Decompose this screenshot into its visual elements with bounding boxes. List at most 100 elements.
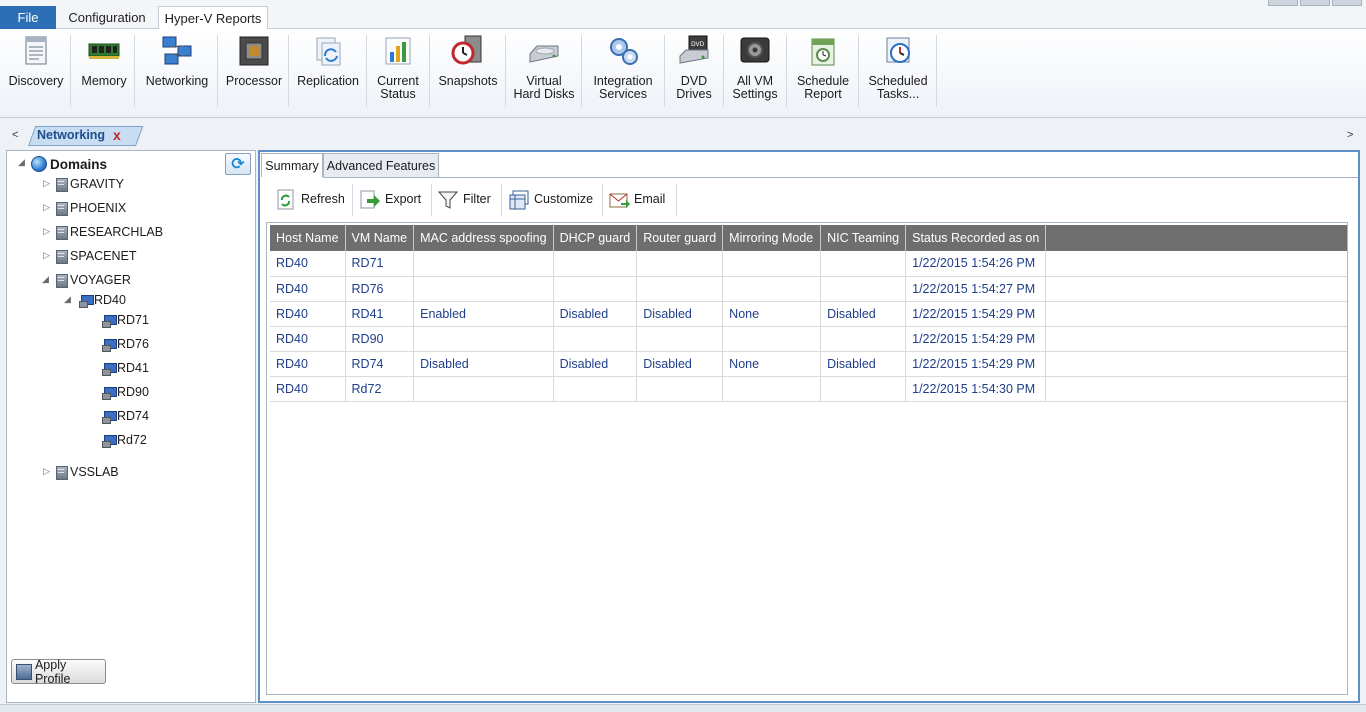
tree-vm-label: RD76 bbox=[117, 337, 149, 351]
expand-arrow-icon[interactable]: ▷ bbox=[43, 178, 50, 189]
server-icon bbox=[55, 201, 68, 216]
table-row[interactable]: RD40 Rd72 1/22/2015 1:54:30 PM bbox=[270, 376, 1347, 402]
collapse-arrow-icon[interactable]: ◢ bbox=[18, 157, 25, 168]
cell-mirroring-mode bbox=[722, 376, 822, 402]
cell-router-guard bbox=[636, 376, 724, 402]
tree-vm-rd71[interactable]: RD71 bbox=[102, 311, 149, 329]
column-header-vm-name[interactable]: VM Name bbox=[345, 225, 415, 251]
table-row[interactable]: RD40 RD71 1/22/2015 1:54:26 PM bbox=[270, 251, 1347, 277]
expand-arrow-icon[interactable]: ▷ bbox=[43, 226, 50, 237]
tree-domain-spacenet[interactable]: SPACENET bbox=[55, 247, 136, 265]
discovery-button[interactable]: Discovery bbox=[4, 29, 68, 113]
expand-arrow-icon[interactable]: ▷ bbox=[43, 466, 50, 477]
filter-button[interactable]: Filter bbox=[437, 186, 491, 212]
tree-domain-vsslab[interactable]: VSSLAB bbox=[55, 463, 119, 481]
column-header-dhcp-guard[interactable]: DHCP guard bbox=[553, 225, 638, 251]
collapse-arrow-icon[interactable]: ◢ bbox=[64, 294, 71, 305]
column-header-mirroring-mode[interactable]: Mirroring Mode bbox=[722, 225, 822, 251]
cell-host-name: RD40 bbox=[270, 276, 346, 302]
customize-button[interactable]: Customize bbox=[509, 186, 593, 212]
tab-advanced-features[interactable]: Advanced Features bbox=[323, 153, 439, 177]
all-vm-settings-button[interactable]: All VM Settings bbox=[727, 29, 783, 113]
tab-hyper-v-reports[interactable]: Hyper-V Reports bbox=[158, 6, 268, 30]
cell-status-recorded: 1/22/2015 1:54:27 PM bbox=[905, 276, 1047, 302]
tab-configuration[interactable]: Configuration bbox=[58, 6, 156, 29]
expand-arrow-icon[interactable]: ▷ bbox=[43, 250, 50, 261]
all-vm-settings-label-2: Settings bbox=[732, 87, 778, 101]
refresh-button[interactable]: Refresh bbox=[276, 186, 345, 212]
tree-domain-label: PHOENIX bbox=[70, 201, 127, 215]
cell-router-guard bbox=[636, 276, 724, 302]
ribbon-separator bbox=[70, 35, 71, 107]
table-row[interactable]: RD40 RD76 1/22/2015 1:54:27 PM bbox=[270, 276, 1347, 302]
apply-profile-button[interactable]: Apply Profile bbox=[11, 658, 106, 686]
processor-button[interactable]: Processor bbox=[221, 29, 287, 113]
tree-domain-gravity[interactable]: GRAVITY bbox=[55, 175, 124, 193]
snapshots-button[interactable]: Snapshots bbox=[433, 29, 503, 113]
email-button[interactable]: Email bbox=[609, 186, 665, 212]
tree-domain-voyager[interactable]: VOYAGER bbox=[55, 271, 131, 289]
tab-summary[interactable]: Summary bbox=[261, 153, 323, 177]
refresh-tree-button[interactable]: ⟳ bbox=[225, 153, 251, 175]
tree-domain-researchlab[interactable]: RESEARCHLAB bbox=[55, 223, 163, 241]
column-header-nic-teaming[interactable]: NIC Teaming bbox=[820, 225, 907, 251]
table-row[interactable]: RD40 RD90 1/22/2015 1:54:29 PM bbox=[270, 326, 1347, 352]
ribbon-separator bbox=[217, 35, 218, 107]
profile-icon bbox=[16, 663, 32, 680]
column-header-router-guard[interactable]: Router guard bbox=[636, 225, 724, 251]
snapshot-clock-icon bbox=[451, 34, 485, 68]
close-tab-icon[interactable]: x bbox=[113, 127, 121, 143]
expand-arrow-icon[interactable]: ▷ bbox=[43, 202, 50, 213]
column-header-status-recorded[interactable]: Status Recorded as on bbox=[905, 225, 1047, 251]
cell-vm-name: RD90 bbox=[345, 326, 415, 352]
tree-vm-label: RD74 bbox=[117, 409, 149, 423]
tree-domain-label: GRAVITY bbox=[70, 177, 124, 191]
file-menu-tab[interactable]: File bbox=[0, 6, 56, 29]
current-status-button[interactable]: Current Status bbox=[370, 29, 426, 113]
close-window-button[interactable] bbox=[1332, 0, 1362, 6]
column-header-host-name[interactable]: Host Name bbox=[270, 225, 346, 251]
schedule-report-button[interactable]: Schedule Report bbox=[790, 29, 856, 113]
integration-services-button[interactable]: Integration Services bbox=[585, 29, 661, 113]
column-header-mac-spoofing[interactable]: MAC address spoofing bbox=[413, 225, 554, 251]
dvd-drives-button[interactable]: DVD DVD Drives bbox=[668, 29, 720, 113]
cell-filler bbox=[1045, 326, 1347, 352]
collapse-arrow-icon[interactable]: ◢ bbox=[42, 274, 49, 285]
tree-vm-rd41[interactable]: RD41 bbox=[102, 359, 149, 377]
minimize-button[interactable] bbox=[1268, 0, 1298, 6]
gears-icon bbox=[606, 34, 640, 68]
svg-text:DVD: DVD bbox=[691, 41, 705, 48]
tree-host-rd40[interactable]: RD40 bbox=[79, 291, 126, 309]
maximize-button[interactable] bbox=[1300, 0, 1330, 6]
memory-button[interactable]: Memory bbox=[74, 29, 134, 113]
tree-domain-phoenix[interactable]: PHOENIX bbox=[55, 199, 126, 217]
scheduled-tasks-icon bbox=[881, 34, 915, 68]
integration-services-label-2: Services bbox=[599, 87, 647, 101]
cell-filler bbox=[1045, 301, 1347, 327]
networking-button[interactable]: Networking bbox=[138, 29, 216, 113]
column-header-filler bbox=[1045, 225, 1347, 251]
virtual-hard-disks-button[interactable]: Virtual Hard Disks bbox=[509, 29, 579, 113]
scroll-tabs-left-button[interactable]: < bbox=[12, 129, 18, 141]
vm-settings-icon bbox=[738, 34, 772, 68]
scheduled-tasks-label-2: Tasks... bbox=[876, 87, 920, 101]
doc-tab-label: Networking bbox=[37, 128, 106, 142]
tree-vm-rd90[interactable]: RD90 bbox=[102, 383, 149, 401]
tree-vm-rd74[interactable]: RD74 bbox=[102, 407, 149, 425]
cell-status-recorded: 1/22/2015 1:54:29 PM bbox=[905, 301, 1047, 327]
scheduled-tasks-button[interactable]: Scheduled Tasks... bbox=[862, 29, 934, 113]
export-button[interactable]: Export bbox=[360, 186, 421, 212]
report-table: Host Name VM Name MAC address spoofing D… bbox=[270, 225, 1347, 402]
tree-vm-rd76[interactable]: RD76 bbox=[102, 335, 149, 353]
ribbon-separator bbox=[429, 35, 430, 107]
table-row[interactable]: RD40 RD74 Disabled Disabled Disabled Non… bbox=[270, 351, 1347, 377]
tree-vm-rd72[interactable]: Rd72 bbox=[102, 431, 147, 449]
scroll-tabs-right-button[interactable]: > bbox=[1347, 129, 1353, 141]
cell-vm-name: RD74 bbox=[345, 351, 415, 377]
cell-nic-teaming bbox=[820, 251, 907, 277]
replication-button[interactable]: Replication bbox=[292, 29, 364, 113]
table-row[interactable]: RD40 RD41 Enabled Disabled Disabled None… bbox=[270, 301, 1347, 327]
tree-root-domains[interactable]: Domains bbox=[31, 155, 107, 173]
cell-mirroring-mode: None bbox=[722, 351, 822, 377]
cell-vm-name: RD76 bbox=[345, 276, 415, 302]
